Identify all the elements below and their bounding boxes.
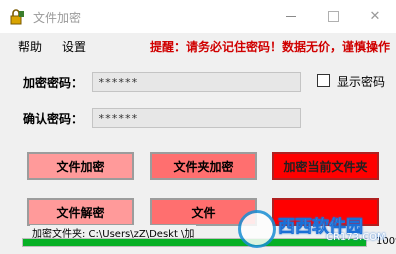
menu-settings[interactable]: 设置 <box>62 38 86 55</box>
confirm-password-field[interactable]: ****** <box>92 108 301 128</box>
minimize-icon <box>286 16 296 17</box>
title-bar: 文件加密 ✕ <box>0 0 396 33</box>
encrypt-file-button[interactable]: 文件加密 <box>27 152 134 180</box>
minimize-button[interactable] <box>270 0 312 33</box>
watermark-logo-icon <box>238 210 276 248</box>
warning-text: 提醒：请务必记住密码！数据无价，谨慎操作 <box>150 40 391 54</box>
maximize-button[interactable] <box>312 0 354 33</box>
close-button[interactable]: ✕ <box>354 0 396 33</box>
watermark: 西西软件园 CR173.COM <box>238 210 390 248</box>
watermark-domain: CR173.COM <box>326 232 386 243</box>
show-password-checkbox[interactable] <box>317 74 330 87</box>
menu-help[interactable]: 帮助 <box>18 38 42 55</box>
password-field[interactable]: ****** <box>92 72 301 92</box>
menu-bar: 帮助 设置 提醒：请务必记住密码！数据无价，谨慎操作 <box>0 33 396 59</box>
confirm-password-label: 确认密码： <box>23 112 84 126</box>
maximize-icon <box>327 11 339 22</box>
encrypt-folder-button[interactable]: 文件夹加密 <box>150 152 257 180</box>
encrypt-current-folder-button[interactable]: 加密当前文件夹 <box>272 152 379 180</box>
show-password-label[interactable]: 显示密码 <box>337 73 385 90</box>
window-title: 文件加密 <box>33 11 82 25</box>
decrypt-file-button[interactable]: 文件解密 <box>27 198 134 226</box>
app-lock-icon <box>10 9 24 25</box>
close-icon: ✕ <box>369 9 381 24</box>
password-label: 加密密码： <box>23 76 84 90</box>
